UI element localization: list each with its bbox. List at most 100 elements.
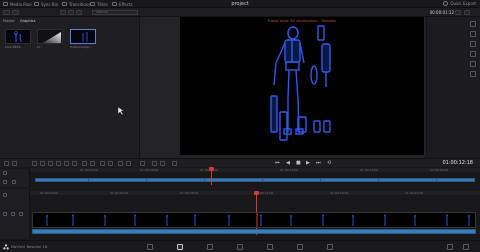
fairlight-page-icon[interactable] [297, 244, 303, 250]
clip-label: Cl... [37, 45, 43, 49]
audio-clip[interactable] [32, 229, 476, 234]
blade-icon[interactable] [90, 161, 95, 166]
fusion-comp-thumbnail-icon [71, 30, 95, 43]
append-icon[interactable] [64, 161, 69, 166]
collapse-track-icon[interactable] [12, 180, 16, 184]
grid-view-button[interactable] [60, 10, 66, 15]
stop-icon[interactable]: ■ [296, 161, 301, 166]
insert-icon[interactable] [32, 161, 37, 166]
loop-icon[interactable]: ⟲ [327, 161, 331, 166]
transitions-icon [62, 2, 67, 6]
marker-icon[interactable] [108, 161, 113, 166]
viewer-options-button[interactable] [455, 10, 461, 15]
ruler-label: 01:00:16:00 [360, 168, 379, 172]
track-header-lower [0, 189, 30, 239]
clip-label: Fusion Comp... [70, 45, 93, 49]
timeline-view-icon[interactable] [172, 161, 177, 166]
effects-button[interactable]: Effects [112, 1, 133, 7]
overwrite-icon[interactable] [40, 161, 45, 166]
link-icon[interactable] [126, 161, 131, 166]
skeleton-render [270, 25, 331, 141]
media-pool-button[interactable]: Media Pool [3, 1, 32, 7]
viewer-overlay-text: Fusion page 3D visualization - Skeleton [267, 19, 337, 23]
zoom-tool-icon[interactable] [12, 161, 17, 166]
timeline-ruler-upper[interactable]: 01:00:00:00 01:00:04:00 01:00:08:00 01:0… [30, 168, 480, 172]
flag-icon[interactable] [100, 161, 105, 166]
settings-icon[interactable] [463, 244, 469, 250]
cut-page-icon[interactable] [177, 244, 183, 250]
sort-button[interactable] [76, 10, 82, 15]
clip-thumbnail[interactable] [5, 29, 31, 44]
track-header-upper [0, 169, 30, 187]
trim-icon[interactable] [82, 161, 87, 166]
track-visibility-icon[interactable] [3, 212, 7, 216]
color-page-icon[interactable] [267, 244, 273, 250]
skeleton-thumbnail-icon [6, 30, 30, 43]
skip-back-icon[interactable]: ⏮ [275, 161, 280, 166]
clip-track-upper[interactable] [35, 178, 475, 182]
timeline-viewer[interactable]: Fusion page 3D visualization - Skeleton [180, 17, 424, 155]
gradient-thumbnail-icon [38, 30, 62, 43]
tab-master[interactable]: Master [3, 19, 15, 23]
expand-icon[interactable] [470, 21, 476, 27]
source-timecode: 00:00:01:12 [429, 10, 454, 15]
transform-icon[interactable] [470, 51, 476, 57]
edit-page-icon[interactable] [207, 244, 213, 250]
snap-icon[interactable] [118, 161, 123, 166]
zoom-in-icon[interactable] [152, 161, 157, 166]
ruler-label: 01:00:00:00 [80, 168, 99, 172]
play-icon[interactable]: ▶ [306, 161, 310, 166]
zoom-icon[interactable] [470, 31, 476, 37]
speed-icon[interactable] [470, 71, 476, 77]
video-clip-filmstrip[interactable] [32, 212, 476, 228]
more-options-button[interactable] [464, 10, 470, 15]
place-on-top-icon[interactable] [56, 161, 61, 166]
expand-track-icon[interactable] [3, 180, 7, 184]
ripple-icon[interactable] [72, 161, 77, 166]
ruler-label: 01:00:16:00 [330, 191, 349, 195]
top-toolbar: Media Pool Sync Bin Transitions Titles E… [0, 0, 480, 8]
right-panel [426, 17, 480, 158]
back-button[interactable] [12, 10, 19, 15]
ruler-label: 01:00:20:00 [430, 168, 449, 172]
bin-tabs: Master Graphics [3, 19, 35, 23]
audio-icon[interactable] [470, 61, 476, 67]
skip-forward-icon[interactable]: ⏭ [316, 161, 321, 166]
titles-icon [90, 2, 95, 6]
effects-icon [112, 2, 117, 6]
transitions-button[interactable]: Transitions [62, 1, 90, 7]
media-pool-panel: Master Graphics Cine 4854... Cl... Fusio… [0, 17, 140, 158]
quick-export-button[interactable]: Quick Export [443, 1, 476, 6]
bin-list-toggle[interactable] [3, 10, 10, 15]
audio-level-icon[interactable] [140, 161, 145, 166]
lock-icon[interactable] [3, 171, 7, 175]
playhead-upper [211, 171, 212, 185]
page-navigation-bar: DaVinci Resolve 16 [0, 240, 480, 252]
transport-bar: ⏮ ◀ ■ ▶ ⏭ ⟲ 01:00:12:18 [0, 158, 480, 167]
scissors-icon[interactable] [4, 161, 9, 166]
track-link-icon[interactable] [19, 212, 23, 216]
ruler-label: 01:00:04:00 [140, 168, 159, 172]
zoom-out-icon[interactable] [160, 161, 165, 166]
fusion-page-icon[interactable] [237, 244, 243, 250]
deliver-page-icon[interactable] [327, 244, 333, 250]
home-icon[interactable] [447, 244, 453, 250]
record-timecode: 01:00:12:18 [442, 160, 473, 166]
titles-button[interactable]: Titles [90, 1, 108, 7]
track-mute-icon[interactable] [11, 212, 15, 216]
clip-thumbnail-selected[interactable] [70, 29, 96, 44]
ruler-label: 01:00:08:00 [180, 191, 199, 195]
media-page-icon[interactable] [147, 244, 153, 250]
sync-bin-button[interactable]: Sync Bin [34, 1, 58, 7]
search-input[interactable]: Search [92, 10, 138, 15]
clip-label: Cine 4854... [5, 45, 24, 49]
clip-thumbnail[interactable] [37, 29, 63, 44]
sync-bin-icon [34, 2, 39, 6]
reverse-play-icon[interactable]: ◀ [286, 161, 290, 166]
list-view-button[interactable] [68, 10, 74, 15]
lock-track-icon[interactable] [3, 193, 7, 197]
crop-icon[interactable] [470, 41, 476, 47]
ruler-label: 01:00:04:00 [110, 191, 129, 195]
tab-graphics[interactable]: Graphics [20, 19, 35, 23]
replace-icon[interactable] [48, 161, 53, 166]
